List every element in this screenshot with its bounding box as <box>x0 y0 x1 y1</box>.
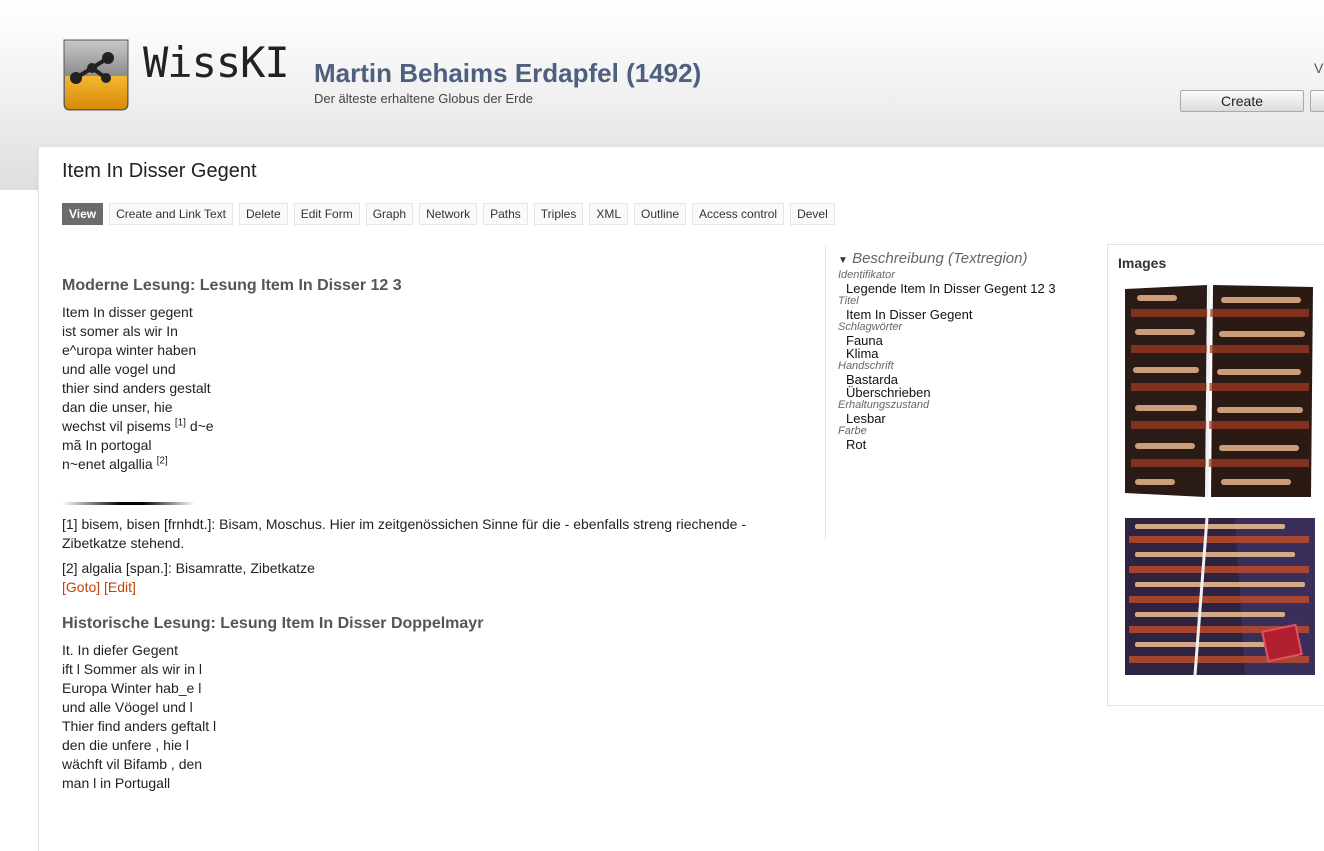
header-user-text[interactable]: V <box>1314 60 1323 76</box>
poem-line: und alle Vöogel und l <box>62 699 193 715</box>
poem-line: mã In portogal <box>62 437 152 453</box>
poem-line: wechst vil pisems [1] d~e <box>62 417 782 436</box>
field-value[interactable]: Lesbar <box>838 412 1098 425</box>
historic-reading-heading: Historische Lesung: Lesung Item In Disse… <box>62 615 484 632</box>
page-title: Item In Disser Gegent <box>62 160 257 182</box>
poem-line-tail: d~e <box>189 418 214 434</box>
tab-create-and-link-text[interactable]: Create and Link Text <box>109 203 233 225</box>
description-toggle[interactable]: ▼ Beschreibung (Textregion) <box>838 250 1098 267</box>
site-name[interactable]: Martin Behaims Erdapfel (1492) <box>314 60 701 86</box>
header-secondary-button[interactable] <box>1310 90 1324 112</box>
edit-link[interactable]: [Edit] <box>104 579 136 595</box>
tab-access-control[interactable]: Access control <box>692 203 785 225</box>
page-canvas: WissKI Martin Behaims Erdapfel (1492) De… <box>0 0 1324 851</box>
tab-view[interactable]: View <box>62 203 104 225</box>
field-value[interactable]: Klima <box>838 347 1098 360</box>
poem-line-text: n~enet algallia <box>62 456 153 472</box>
field-label-farbe: Farbe <box>838 425 867 437</box>
goto-link[interactable]: [Goto] <box>62 579 100 595</box>
sidebar-divider <box>825 245 826 540</box>
site-slogan: Der älteste erhaltene Globus der Erde <box>314 91 533 106</box>
poem-line: dan die unser, hie <box>62 399 173 415</box>
tab-graph[interactable]: Graph <box>365 203 414 225</box>
wisski-logo-icon[interactable] <box>62 38 130 112</box>
poem-line-text: wechst vil pisems <box>62 418 171 434</box>
create-button[interactable]: Create <box>1180 90 1304 112</box>
poem-line: e^uropa winter haben <box>62 342 197 358</box>
description-heading: Beschreibung (Textregion) <box>852 250 1028 267</box>
modern-reading-text: Item In disser gegent ist somer als wir … <box>62 303 782 474</box>
footnote-ref-1[interactable]: [1] <box>175 417 186 428</box>
tab-outline[interactable]: Outline <box>634 203 687 225</box>
manuscript-image-1[interactable] <box>1125 285 1315 497</box>
tab-xml[interactable]: XML <box>589 203 629 225</box>
footnote-1: [1] bisem, bisen [frnhdt.]: Bisam, Mosch… <box>62 516 746 551</box>
poem-line: ist somer als wir In <box>62 323 178 339</box>
modern-reading-heading: Moderne Lesung: Lesung Item In Disser 12… <box>62 277 402 294</box>
tab-devel[interactable]: Devel <box>790 203 835 225</box>
field-value: Legende Item In Disser Gegent 12 3 <box>846 281 1056 296</box>
description-sidebar: ▼ Beschreibung (Textregion) Identifikato… <box>838 250 1098 451</box>
wisski-logo-text[interactable]: WissKI <box>143 42 290 84</box>
tab-paths[interactable]: Paths <box>483 203 528 225</box>
field-value: Item In Disser Gegent <box>846 307 973 322</box>
tab-network[interactable]: Network <box>419 203 478 225</box>
poem-line: den die unfere , hie l <box>62 737 189 753</box>
field-value[interactable]: Rot <box>838 438 1098 451</box>
poem-line: It. In diefer Gegent <box>62 642 178 658</box>
tab-triples[interactable]: Triples <box>533 203 584 225</box>
poem-line: Thier find anders geftalt l <box>62 718 217 734</box>
field-value[interactable]: Überschrieben <box>838 386 1098 399</box>
poem-line: wächft vil Bifamb , den <box>62 756 203 772</box>
poem-line: Item In disser gegent <box>62 304 193 320</box>
poem-line: Europa Winter hab_e l <box>62 680 202 696</box>
footnote-ref-2[interactable]: [2] <box>157 455 168 466</box>
tab-delete[interactable]: Delete <box>239 203 288 225</box>
images-title: Images <box>1118 255 1167 271</box>
poem-line: und alle vogel und <box>62 361 176 377</box>
poem-line: thier sind anders gestalt <box>62 380 211 396</box>
edit-links: [Goto] [Edit] <box>62 578 782 597</box>
tab-edit-form[interactable]: Edit Form <box>293 203 360 225</box>
poem-line: n~enet algallia [2] <box>62 455 782 474</box>
triangle-down-icon: ▼ <box>838 255 848 266</box>
poem-line: man l in Portugall <box>62 775 171 791</box>
footnote-divider <box>62 502 195 505</box>
poem-line: ift l Sommer als wir in l <box>62 661 203 677</box>
main-content: Moderne Lesung: Lesung Item In Disser 12… <box>62 275 782 793</box>
tab-bar: View Create and Link Text Delete Edit Fo… <box>62 203 835 225</box>
footnote-2: [2] algalia [span.]: Bisamratte, Zibetka… <box>62 560 315 576</box>
historic-reading-text: It. In diefer Gegent ift l Sommer als wi… <box>62 641 782 793</box>
manuscript-image-2[interactable] <box>1125 518 1315 675</box>
